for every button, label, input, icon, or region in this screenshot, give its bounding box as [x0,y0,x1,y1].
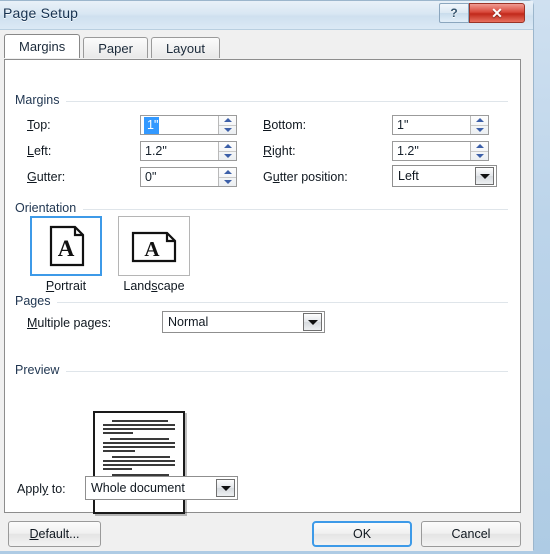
right-margin-input[interactable]: 1.2" [393,142,470,160]
label-multiple-pages: Multiple pages: [27,316,112,330]
group-divider [15,371,508,372]
orientation-group-label: Orientation [15,201,84,215]
tab-margins[interactable]: Margins [4,34,81,58]
chevron-down-icon[interactable] [216,479,235,497]
preview-group-header: Preview [15,363,508,377]
bottom-margin-spin-buttons[interactable] [470,116,488,134]
left-margin-input[interactable]: 1.2" [141,142,218,160]
preview-group-label: Preview [15,363,67,377]
tabstrip: Margins Paper Layout [4,34,223,58]
default-button-label: Default... [29,527,80,541]
preview-paragraph [103,456,175,470]
label-right: Right: [263,144,296,158]
gutter-input[interactable]: 0" [141,168,218,186]
top-margin-stepper[interactable]: 1" [140,115,237,135]
top-margin-input[interactable]: 1" [141,116,218,134]
multiple-pages-value: Normal [168,315,209,329]
spin-down-icon[interactable] [219,126,236,135]
label-gutter: Gutter: [27,170,66,184]
orientation-group-header: Orientation [15,201,508,215]
spin-up-icon[interactable] [219,116,236,126]
orientation-portrait-option[interactable]: A [30,216,102,276]
window-title: Page Setup [3,5,79,21]
preview-paragraph [103,420,175,434]
page-portrait-icon: A [49,225,85,267]
left-margin-stepper[interactable]: 1.2" [140,141,237,161]
label-top: Top: [27,118,51,132]
tab-panel-margins: Margins Top: 1" Bottom: 1" Left: 1.2" Ri… [4,59,521,514]
page-landscape-icon: A [131,231,177,263]
spin-up-icon[interactable] [219,142,236,152]
help-icon[interactable]: ? [439,3,469,23]
group-divider [15,302,508,303]
ok-button-label: OK [352,527,372,541]
preview-paragraph [103,438,175,452]
chevron-down-icon[interactable] [303,313,322,331]
spin-down-icon[interactable] [219,152,236,161]
gutter-stepper[interactable]: 0" [140,167,237,187]
group-divider [15,101,508,102]
apply-to-value: Whole document [91,481,185,495]
gutter-position-value: Left [398,169,419,183]
orientation-portrait-label: Portrait [45,279,87,293]
cancel-button-label: Cancel [451,527,491,541]
page-setup-dialog: Page Setup ? ✕ Margins Paper Layout Marg… [0,0,534,551]
left-margin-spin-buttons[interactable] [218,142,236,160]
orientation-landscape-label: Landscape [123,279,185,293]
spin-up-icon[interactable] [471,116,488,126]
spin-down-icon[interactable] [471,152,488,161]
label-gutter-position: Gutter position: [263,170,348,184]
svg-text:A: A [144,237,160,261]
svg-text:A: A [58,236,75,261]
bottom-margin-input[interactable]: 1" [393,116,470,134]
tab-paper[interactable]: Paper [83,37,148,58]
chevron-down-icon[interactable] [475,167,494,185]
multiple-pages-select[interactable]: Normal [162,311,325,333]
spin-down-icon[interactable] [471,126,488,135]
title-bar[interactable]: Page Setup ? ✕ [0,1,533,30]
margins-group-label: Margins [15,93,67,107]
tab-layout[interactable]: Layout [150,37,220,58]
pages-group-label: Pages [15,294,58,308]
label-bottom: Bottom: [263,118,307,132]
margins-group-header: Margins [15,93,508,107]
spin-down-icon[interactable] [219,178,236,187]
right-margin-spin-buttons[interactable] [470,142,488,160]
pages-group-header: Pages [15,294,508,308]
gutter-position-select[interactable]: Left [392,165,497,187]
label-left: Left: [27,144,52,158]
default-button[interactable]: Default... [8,521,101,547]
spin-up-icon[interactable] [219,168,236,178]
ok-button[interactable]: OK [312,521,412,547]
close-icon[interactable]: ✕ [469,3,525,23]
right-margin-stepper[interactable]: 1.2" [392,141,489,161]
cancel-button[interactable]: Cancel [421,521,521,547]
apply-to-select[interactable]: Whole document [85,476,238,500]
gutter-spin-buttons[interactable] [218,168,236,186]
dialog-body: Margins Paper Layout Margins Top: 1" Bot… [0,30,533,551]
orientation-landscape-option[interactable]: A [118,216,190,276]
spin-up-icon[interactable] [471,142,488,152]
top-margin-spin-buttons[interactable] [218,116,236,134]
bottom-margin-stepper[interactable]: 1" [392,115,489,135]
group-divider [15,209,508,210]
label-apply-to: Apply to: [17,482,66,496]
